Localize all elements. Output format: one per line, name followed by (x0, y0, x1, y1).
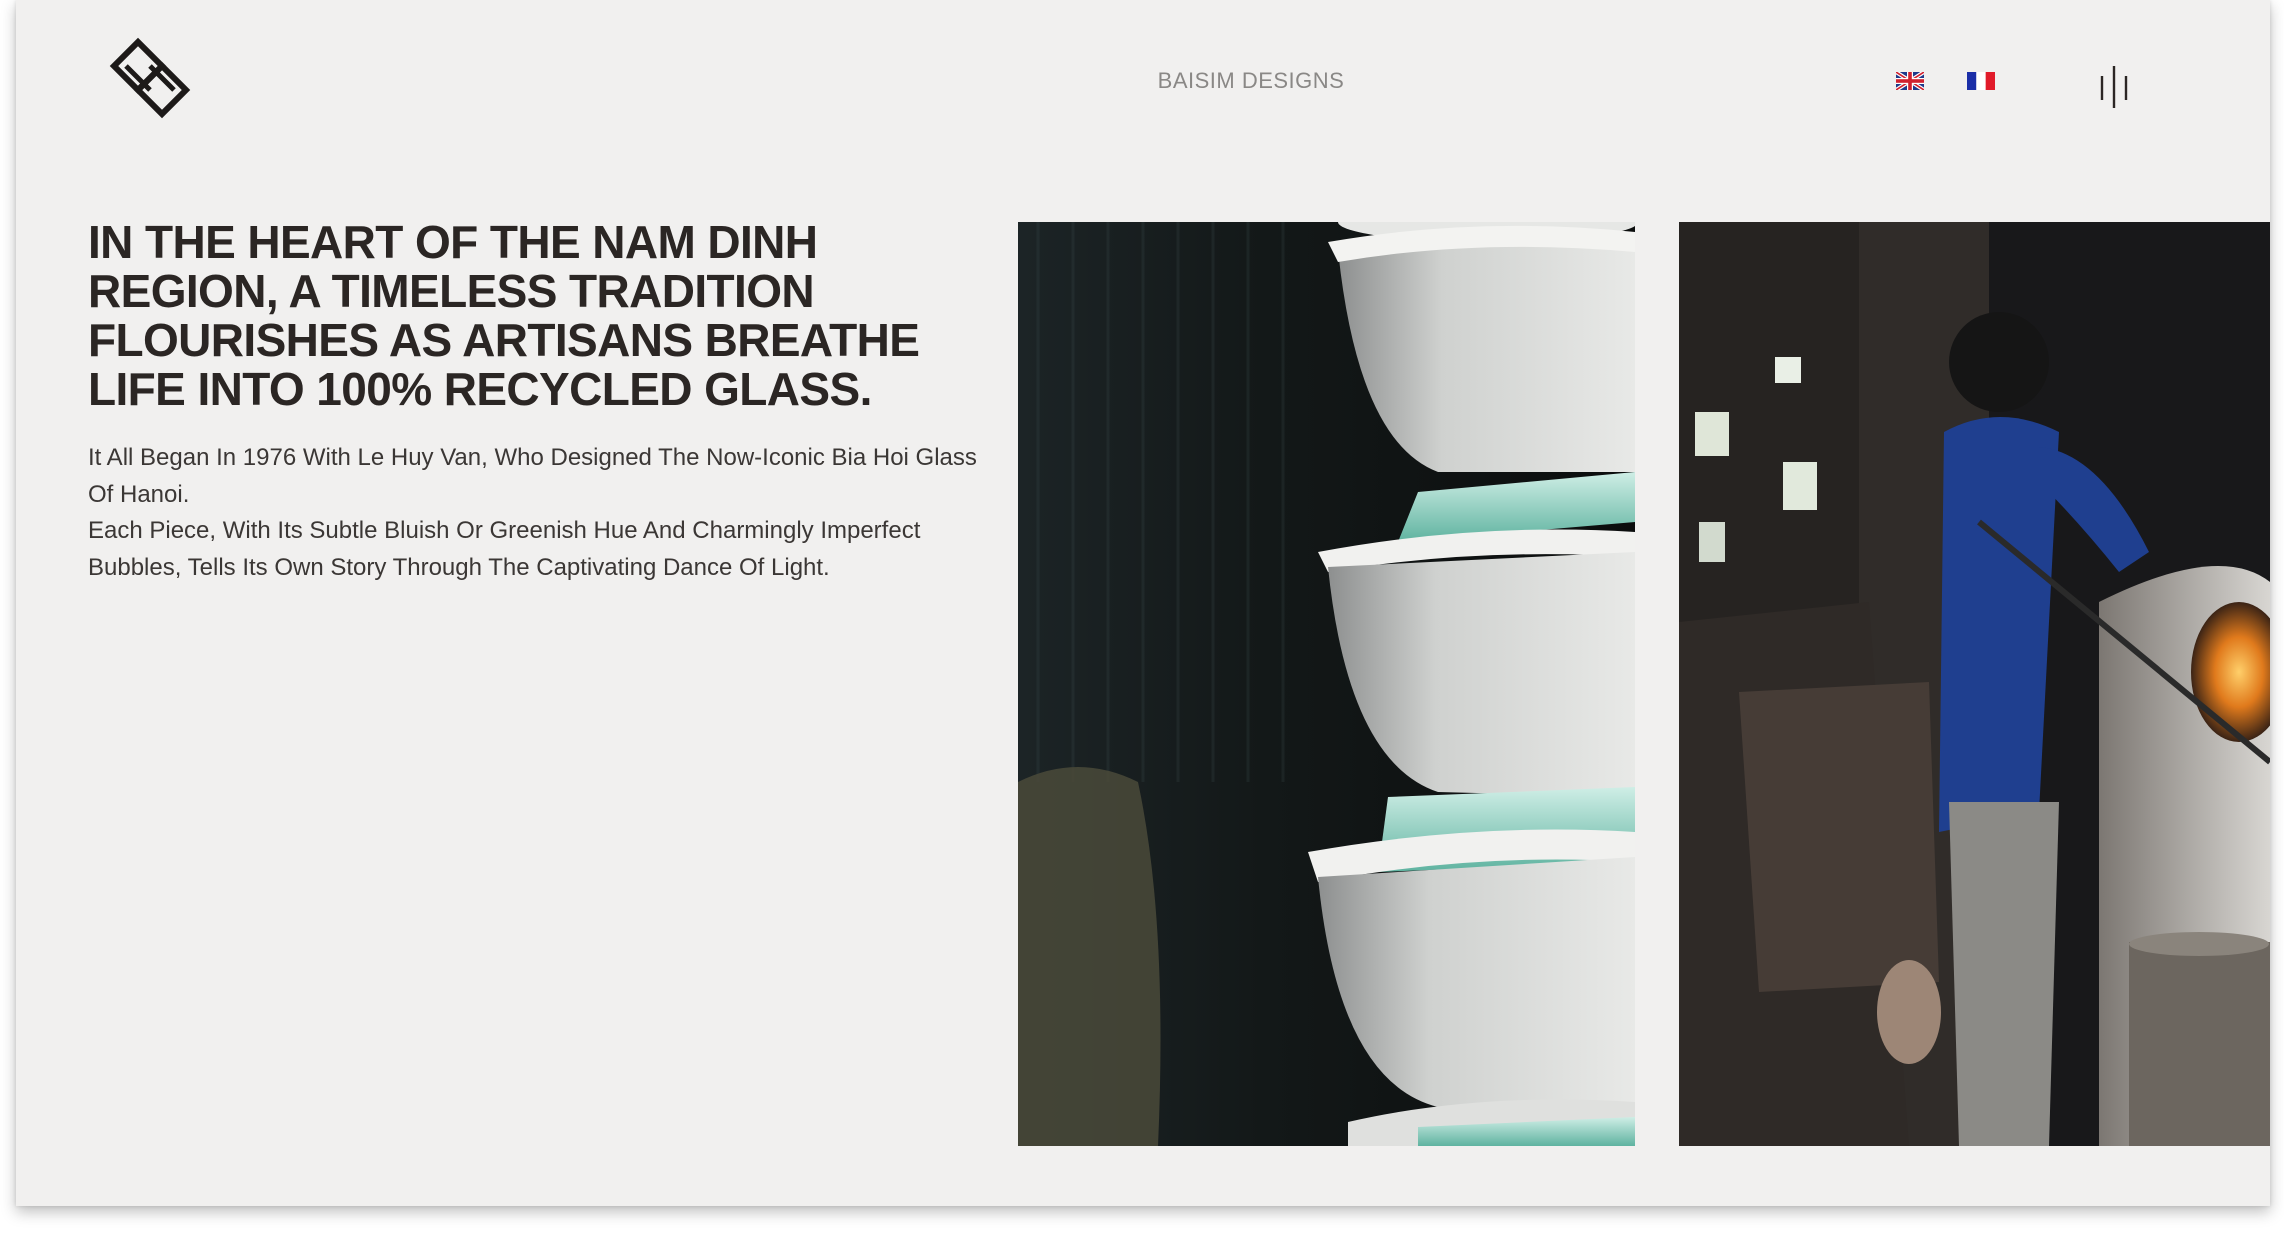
hero-paragraph: Each Piece, With Its Subtle Bluish Or Gr… (88, 517, 921, 581)
stacked-bowls-of-recycled-glass-photo (1018, 222, 1635, 1146)
brand-name[interactable]: BAISIM DESIGNS (1126, 68, 1376, 94)
hero-headline: IN THE HEART OF THE NAM DINH REGION, A T… (88, 216, 920, 415)
diamond-logo-icon[interactable] (104, 36, 200, 124)
menu-bars-icon[interactable] (2092, 62, 2136, 110)
france-flag-icon[interactable] (1967, 72, 1995, 90)
glassblower-at-furnace-photo (1679, 222, 2270, 1146)
uk-flag-icon[interactable] (1894, 70, 1926, 92)
hero-description: It All Began In 1976 With Le Huy Van, Wh… (88, 440, 1008, 586)
page: BAISIM DESIGNS IN THE HEART OF THE NAM D… (16, 0, 2270, 1206)
hero-paragraph: It All Began In 1976 With Le Huy Van, Wh… (88, 444, 977, 508)
